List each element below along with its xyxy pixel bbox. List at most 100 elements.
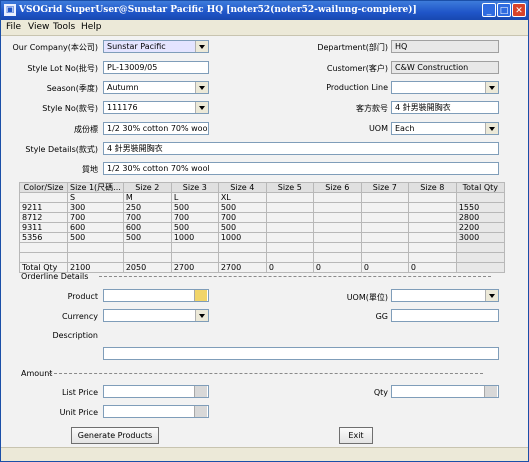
- table-cell[interactable]: [265, 242, 314, 253]
- minimize-button[interactable]: _: [482, 3, 496, 17]
- table-cell[interactable]: [265, 212, 314, 223]
- table-cell[interactable]: [360, 232, 409, 243]
- table-cell[interactable]: [407, 192, 457, 203]
- table-cell[interactable]: M: [122, 192, 172, 203]
- table-cell[interactable]: [360, 202, 409, 213]
- currency-combo[interactable]: [103, 309, 209, 322]
- menu-view[interactable]: View: [28, 22, 49, 32]
- table-cell[interactable]: 500: [67, 232, 124, 243]
- table-cell[interactable]: [265, 192, 314, 203]
- style-lot-field[interactable]: PL-13009/05: [103, 61, 209, 74]
- style-details-field[interactable]: 4 針男裝開胸衣: [103, 142, 499, 155]
- column-header[interactable]: Size 2: [122, 182, 172, 193]
- table-cell[interactable]: [265, 232, 314, 243]
- table-cell[interactable]: [122, 252, 172, 263]
- calculator-icon[interactable]: [194, 386, 207, 397]
- material-field[interactable]: 1/2 30% cotton 70% wool: [103, 162, 499, 175]
- table-cell[interactable]: [360, 252, 409, 263]
- table-cell[interactable]: [217, 242, 267, 253]
- style-no-combo[interactable]: 111176: [103, 101, 209, 114]
- table-cell[interactable]: 500: [170, 202, 219, 213]
- cust-style-field[interactable]: 4 針男裝開胸衣: [391, 101, 499, 114]
- table-cell[interactable]: 9211: [19, 202, 68, 213]
- table-cell[interactable]: 500: [217, 222, 267, 233]
- menu-tools[interactable]: Tools: [53, 22, 75, 32]
- table-cell[interactable]: 600: [122, 222, 172, 233]
- table-cell[interactable]: [19, 252, 68, 263]
- table-cell[interactable]: 5356: [19, 232, 68, 243]
- table-cell[interactable]: 600: [67, 222, 124, 233]
- table-cell[interactable]: [360, 192, 409, 203]
- department-field[interactable]: HQ: [391, 40, 499, 53]
- gg-field[interactable]: [391, 309, 499, 322]
- table-cell[interactable]: 500: [122, 232, 172, 243]
- column-header[interactable]: Total Qty: [455, 182, 505, 193]
- season-combo[interactable]: Autumn: [103, 81, 209, 94]
- table-cell[interactable]: 700: [67, 212, 124, 223]
- table-cell[interactable]: [67, 242, 124, 253]
- table-cell[interactable]: [19, 242, 68, 253]
- table-cell[interactable]: [360, 242, 409, 253]
- table-cell[interactable]: [170, 252, 219, 263]
- table-cell[interactable]: L: [170, 192, 219, 203]
- table-cell[interactable]: 1000: [217, 232, 267, 243]
- table-cell[interactable]: [312, 212, 362, 223]
- column-header[interactable]: Size 3: [170, 182, 219, 193]
- maximize-button[interactable]: □: [497, 3, 511, 17]
- column-header[interactable]: Color/Size: [19, 182, 68, 193]
- table-cell[interactable]: [312, 242, 362, 253]
- table-cell[interactable]: [407, 252, 457, 263]
- customer-field[interactable]: C&W Construction: [391, 61, 499, 74]
- column-header[interactable]: Size 8: [407, 182, 457, 193]
- menu-help[interactable]: Help: [81, 22, 102, 32]
- table-cell[interactable]: [312, 222, 362, 233]
- table-cell[interactable]: [407, 202, 457, 213]
- table-cell[interactable]: [312, 232, 362, 243]
- uom-unit-combo[interactable]: [391, 289, 499, 302]
- table-cell[interactable]: 700: [170, 212, 219, 223]
- product-field[interactable]: [103, 289, 209, 302]
- table-cell[interactable]: XL: [217, 192, 267, 203]
- table-cell[interactable]: 700: [122, 212, 172, 223]
- table-cell[interactable]: [67, 252, 124, 263]
- table-cell[interactable]: 250: [122, 202, 172, 213]
- calculator-icon[interactable]: [484, 386, 497, 397]
- menu-file[interactable]: File: [6, 22, 21, 32]
- search-icon[interactable]: [194, 290, 207, 301]
- table-cell[interactable]: 1000: [170, 232, 219, 243]
- table-cell[interactable]: 8712: [19, 212, 68, 223]
- qty-field[interactable]: [391, 385, 499, 398]
- table-cell[interactable]: [407, 212, 457, 223]
- table-cell[interactable]: 700: [217, 212, 267, 223]
- title-bar[interactable]: ▣ VSOGrid SuperUser@Sunstar Pacific HQ […: [1, 1, 528, 20]
- table-cell[interactable]: [407, 242, 457, 253]
- generate-products-button[interactable]: Generate Products: [71, 427, 159, 444]
- size-quantity-table[interactable]: Color/Size Size 1(尺碼... Size 2 Size 3 Si…: [19, 182, 505, 273]
- table-cell[interactable]: S: [67, 192, 124, 203]
- table-cell[interactable]: [122, 242, 172, 253]
- unit-price-field[interactable]: [103, 405, 209, 418]
- table-cell[interactable]: [312, 252, 362, 263]
- table-cell[interactable]: [407, 222, 457, 233]
- table-cell[interactable]: 500: [217, 202, 267, 213]
- close-button[interactable]: ✕: [512, 3, 526, 17]
- calculator-icon[interactable]: [194, 406, 207, 417]
- table-cell[interactable]: [407, 232, 457, 243]
- table-cell[interactable]: [265, 222, 314, 233]
- table-cell[interactable]: 9311: [19, 222, 68, 233]
- column-header[interactable]: Size 7: [360, 182, 409, 193]
- table-cell[interactable]: 500: [170, 222, 219, 233]
- column-header[interactable]: Size 6: [312, 182, 362, 193]
- composition-field[interactable]: 1/2 30% cotton 70% wool: [103, 122, 209, 135]
- table-cell[interactable]: [19, 192, 68, 203]
- production-line-combo[interactable]: [391, 81, 499, 94]
- column-header[interactable]: Size 1(尺碼...: [67, 182, 124, 193]
- exit-button[interactable]: Exit: [339, 427, 373, 444]
- list-price-field[interactable]: [103, 385, 209, 398]
- table-cell[interactable]: [265, 252, 314, 263]
- uom-combo[interactable]: Each: [391, 122, 499, 135]
- column-header[interactable]: Size 5: [265, 182, 314, 193]
- table-cell[interactable]: [312, 202, 362, 213]
- table-cell[interactable]: [265, 202, 314, 213]
- column-header[interactable]: Size 4: [217, 182, 267, 193]
